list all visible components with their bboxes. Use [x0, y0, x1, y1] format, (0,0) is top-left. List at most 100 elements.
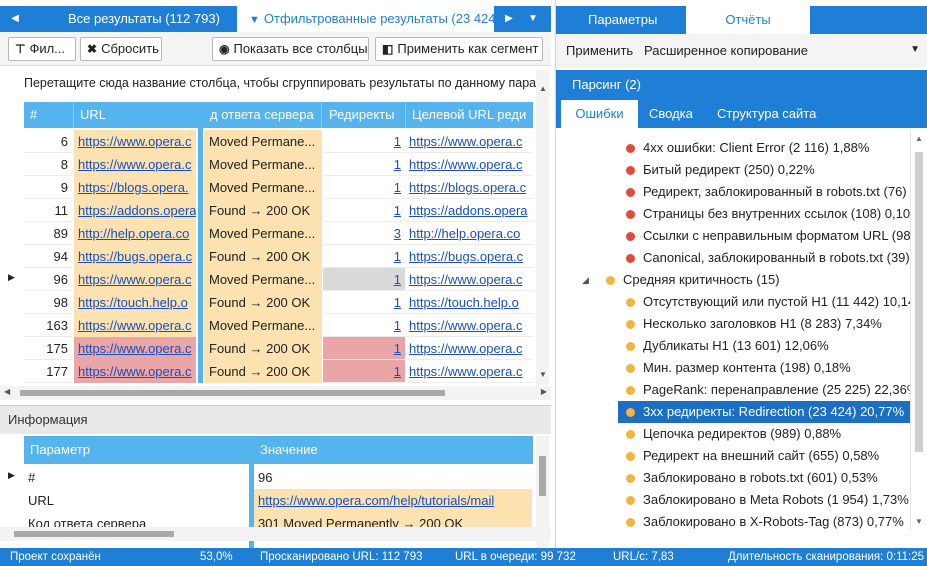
show-all-columns-button[interactable]: ◉ Показать все столбцы [212, 37, 369, 61]
row-target-url-link[interactable]: https://touch.help.o [406, 291, 533, 314]
column-header-value[interactable]: Значение [254, 436, 318, 464]
tree-item[interactable]: PageRank: перенаправление (25 225) 22,36… [556, 379, 910, 401]
tree-item[interactable]: Дубликаты H1 (13 601) 12,06% [556, 335, 910, 357]
row-url-link[interactable]: https://touch.help.o [74, 291, 196, 314]
tab-filtered-results[interactable]: ▼ Отфильтрованные результаты (23 424) [237, 6, 494, 32]
table-row[interactable]: 89 http://help.opera.co Moved Permane...… [0, 222, 533, 245]
row-redirects-link[interactable]: 1 [323, 199, 405, 222]
tree-item[interactable]: 4xx ошибки: Client Error (2 116) 1,88% [556, 137, 910, 159]
tree-item[interactable]: Битый редирект (250) 0,22% [556, 159, 910, 181]
parsing-header[interactable]: Парсинг (2) [556, 70, 927, 100]
tree-item[interactable]: Страницы без внутренних ссылок (108) 0,1… [556, 203, 910, 225]
tree-item[interactable]: Мин. размер контента (198) 0,18% [556, 357, 910, 379]
tree-item[interactable]: Заблокировано в robots.txt (601) 0,53% [556, 467, 910, 489]
row-url-link[interactable]: https://www.opera.c [74, 130, 196, 153]
column-header-target-url[interactable]: Целевой URL реди [406, 102, 533, 128]
results-vertical-scrollbar[interactable]: ▲ ▼ [536, 70, 549, 385]
tab-reports[interactable]: Отчёты [686, 6, 810, 34]
row-url-link[interactable]: https://www.opera.c [74, 314, 196, 337]
row-redirects-link[interactable]: 1 [323, 130, 405, 153]
row-redirects-link[interactable]: 1 [323, 314, 405, 337]
row-url-link[interactable]: https://www.opera.c [74, 153, 196, 176]
filter-button[interactable]: ⊤ Фил... [8, 37, 76, 61]
tree-vertical-scrollbar[interactable]: ▲ ▼ [910, 130, 926, 530]
row-redirects-link[interactable]: 1 [323, 268, 405, 291]
row-url-link[interactable]: https://blogs.opera. [74, 176, 196, 199]
tab-all-results[interactable]: Все результаты (112 793) [68, 6, 220, 32]
results-horizontal-scrollbar[interactable]: ◀ ▶ [0, 386, 551, 400]
info-row[interactable]: ▶ # 96 [0, 466, 533, 489]
row-target-url-link[interactable]: https://www.opera.c [406, 153, 533, 176]
row-target-url-link[interactable]: https://www.opera.c [406, 360, 533, 383]
table-row[interactable]: 8 https://www.opera.c Moved Permane... 1… [0, 153, 533, 176]
row-url-link[interactable]: https://www.opera.c [74, 360, 196, 383]
tree-item[interactable]: Заблокировано в Meta Robots (1 954) 1,73… [556, 489, 910, 511]
tree-item[interactable]: Ссылки с неправильным форматом URL (98) [556, 225, 910, 247]
info-row[interactable]: Код ответа сервера 301 Moved Permanently… [0, 512, 533, 527]
tree-item[interactable]: Редирект, заблокированный в robots.txt (… [556, 181, 910, 203]
row-target-url-link[interactable]: https://addons.opera [406, 199, 533, 222]
tab-errors[interactable]: Ошибки [561, 100, 638, 128]
scrollbar-thumb[interactable] [539, 456, 546, 496]
table-row-selected[interactable]: ▶ 96 https://www.opera.c Moved Permane..… [0, 268, 533, 291]
column-header-number[interactable]: # [24, 102, 74, 128]
table-row[interactable]: 98 https://touch.help.o Found → 200 OK 1… [0, 291, 533, 314]
scroll-right-icon[interactable]: ▶ [541, 387, 547, 396]
scrollbar-thumb[interactable] [20, 390, 445, 396]
row-redirects-link[interactable]: 1 [323, 176, 405, 199]
info-row[interactable]: URL https://www.opera.com/help/tutorials… [0, 489, 533, 512]
table-row[interactable]: 6 https://www.opera.c Moved Permane... 1… [0, 130, 533, 153]
tree-item-selected[interactable]: 3xx редиректы: Redirection (23 424) 20,7… [618, 401, 910, 423]
apply-menu-item[interactable]: Применить [566, 34, 633, 68]
tree-item[interactable]: Отсутствующий или пустой H1 (11 442) 10,… [556, 291, 910, 313]
column-header-parameter[interactable]: Параметр [24, 436, 90, 464]
row-url-link[interactable]: https://www.opera.c [74, 268, 196, 291]
scroll-left-icon[interactable]: ◀ [4, 387, 10, 396]
table-row[interactable]: 163 https://www.opera.c Moved Permane...… [0, 314, 533, 337]
row-redirects-link[interactable]: 1 [323, 291, 405, 314]
row-url-link[interactable]: https://www.opera.c [74, 337, 196, 360]
row-target-url-link[interactable]: https://www.opera.c [406, 337, 533, 360]
row-url-link[interactable]: https://bugs.opera.c [74, 245, 196, 268]
table-row[interactable]: 9 https://blogs.opera. Moved Permane... … [0, 176, 533, 199]
row-redirects-link[interactable]: 1 [323, 153, 405, 176]
row-target-url-link[interactable]: https://bugs.opera.c [406, 245, 533, 268]
group-by-drop-area[interactable]: Перетащите сюда название столбца, чтобы … [0, 70, 540, 98]
row-target-url-link[interactable]: https://www.opera.c [406, 314, 533, 337]
scroll-up-icon[interactable]: ▲ [539, 84, 547, 93]
table-row[interactable]: 11 https://addons.opera Found → 200 OK 1… [0, 199, 533, 222]
tree-item[interactable]: Редирект на внешний сайт (655) 0,58% [556, 445, 910, 467]
scroll-down-icon[interactable]: ▼ [539, 370, 547, 379]
tab-scroll-right-icon[interactable]: ▶ [498, 6, 520, 32]
tree-group-medium[interactable]: ◢ Средняя критичность (15) [556, 269, 910, 291]
menu-dropdown-icon[interactable]: ▼ [910, 44, 920, 55]
table-row[interactable]: 177 https://www.opera.c Found → 200 OK 1… [0, 360, 533, 383]
row-target-url-link[interactable]: https://www.opera.c [406, 268, 533, 291]
tab-site-structure[interactable]: Структура сайта [717, 100, 816, 128]
column-header-status-code[interactable]: д ответа сервера [204, 102, 322, 128]
extended-copy-menu-item[interactable]: Расширенное копирование [644, 34, 808, 68]
scrollbar-thumb[interactable] [915, 152, 923, 452]
tab-summary[interactable]: Сводка [649, 100, 693, 128]
collapse-icon[interactable]: ◢ [582, 269, 589, 291]
tab-scroll-left-icon[interactable]: ◀ [4, 6, 26, 32]
column-divider[interactable] [198, 102, 203, 383]
row-target-url-link[interactable]: https://www.opera.c [406, 130, 533, 153]
row-target-url-link[interactable]: https://blogs.opera.c [406, 176, 533, 199]
row-redirects-link[interactable]: 1 [323, 337, 405, 360]
column-header-redirects[interactable]: Редиректы [323, 102, 406, 128]
column-header-url[interactable]: URL [74, 102, 199, 128]
tab-list-dropdown-icon[interactable]: ▼ [522, 6, 544, 32]
row-url-link[interactable]: https://addons.opera [74, 199, 196, 222]
tab-parameters[interactable]: Параметры [588, 6, 657, 34]
tree-item[interactable]: Заблокировано в X-Robots-Tag (873) 0,77% [556, 511, 910, 530]
info-value-link[interactable]: https://www.opera.com/help/tutorials/mai… [254, 489, 532, 512]
scroll-up-icon[interactable]: ▲ [915, 134, 923, 143]
info-horizontal-scrollbar[interactable] [0, 527, 551, 541]
tree-item[interactable]: Цепочка редиректов (989) 0,88% [556, 423, 910, 445]
tree-item[interactable]: Canonical, заблокированный в robots.txt … [556, 247, 910, 269]
reset-button[interactable]: ✖ Сбросить [80, 37, 162, 61]
row-redirects-link[interactable]: 3 [323, 222, 405, 245]
scroll-down-icon[interactable]: ▼ [915, 517, 923, 526]
tree-item[interactable]: Несколько заголовков H1 (8 283) 7,34% [556, 313, 910, 335]
